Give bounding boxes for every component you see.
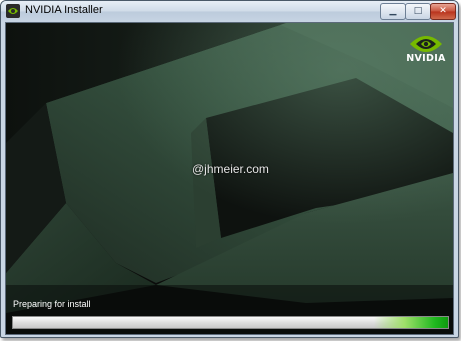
- installer-splash: NVIDIA @jhmeier.com Preparing for instal…: [5, 22, 454, 335]
- minimize-button[interactable]: ▁: [380, 3, 406, 20]
- installer-window: NVIDIA Installer ▁ □ ✕ NVIDIA @jhmeier.c…: [0, 0, 459, 338]
- maximize-button[interactable]: □: [405, 3, 431, 20]
- title-bar[interactable]: NVIDIA Installer ▁ □ ✕: [1, 1, 458, 22]
- minimize-icon: ▁: [389, 6, 397, 16]
- maximize-icon: □: [413, 6, 423, 16]
- nvidia-app-icon: [6, 4, 20, 18]
- nvidia-logo-text: NVIDIA: [406, 53, 446, 64]
- close-button[interactable]: ✕: [430, 3, 456, 20]
- close-icon: ✕: [439, 6, 447, 16]
- watermark-text: @jhmeier.com: [192, 162, 269, 176]
- background-artwork: [6, 23, 453, 334]
- install-progress-bar: [12, 316, 449, 329]
- progress-fill: [13, 317, 448, 328]
- status-label: Preparing for install: [13, 299, 91, 309]
- window-title: NVIDIA Installer: [25, 4, 103, 16]
